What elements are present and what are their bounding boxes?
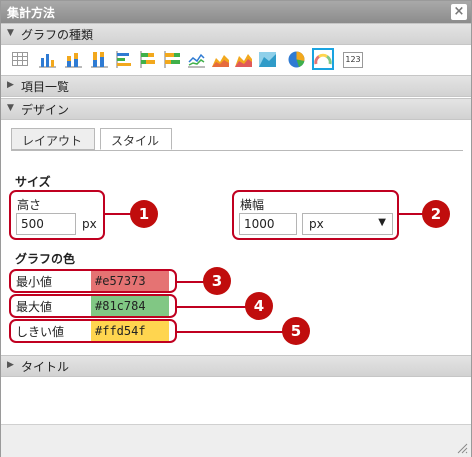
horizontal-bar-icon[interactable] — [115, 50, 134, 69]
bar-chart-icon[interactable] — [38, 50, 57, 69]
graph-color-heading: グラフの色 — [15, 252, 76, 266]
window-title: 集計方法 — [7, 6, 56, 20]
section-design[interactable]: ▼ デザイン — [1, 98, 471, 120]
callout-badge: 1 — [130, 200, 158, 228]
aggregation-panel: 集計方法 × ▼ グラフの種類 123 ▶ 項目一覧 ▼ デザイン レイアウト … — [0, 0, 472, 457]
table-icon[interactable] — [11, 50, 30, 69]
design-tabs: レイアウト スタイル — [11, 128, 463, 151]
expand-arrow-icon: ▼ — [7, 103, 14, 113]
section-label-items: 項目一覧 — [21, 80, 70, 94]
callout-leader — [176, 331, 283, 333]
min-color-field[interactable]: #e57373 — [91, 271, 169, 291]
callout-leader — [104, 213, 131, 215]
callout-badge: 3 — [203, 267, 231, 295]
section-graph-type[interactable]: ▼ グラフの種類 — [1, 23, 471, 45]
close-button[interactable]: × — [451, 4, 467, 20]
expand-arrow-icon: ▼ — [7, 28, 14, 38]
height-input[interactable]: 500 — [16, 213, 76, 235]
threshold-color-field[interactable]: #ffd54f — [91, 321, 169, 341]
area-chart-icon[interactable] — [211, 50, 230, 69]
percent-area-icon[interactable] — [258, 50, 277, 69]
stacked-bar-icon[interactable] — [64, 50, 83, 69]
collapsed-arrow-icon: ▶ — [7, 360, 14, 370]
tab-layout[interactable]: レイアウト — [11, 128, 95, 150]
chevron-down-icon: ▼ — [378, 217, 386, 228]
percent-horizontal-bar-icon[interactable] — [163, 50, 182, 69]
max-color-label: 最大値 — [16, 300, 53, 314]
chart-type-toolbar: 123 — [1, 45, 471, 75]
stacked-horizontal-bar-icon[interactable] — [139, 50, 158, 69]
percent-bar-icon[interactable] — [90, 50, 109, 69]
threshold-color-label: しきい値 — [16, 325, 65, 339]
section-title[interactable]: ▶ タイトル — [1, 355, 471, 377]
callout-badge: 5 — [282, 317, 310, 345]
section-items[interactable]: ▶ 項目一覧 — [1, 75, 471, 97]
width-label: 横幅 — [240, 198, 265, 212]
line-chart-icon[interactable] — [187, 50, 206, 69]
max-color-field[interactable]: #81c784 — [91, 296, 169, 316]
width-input[interactable]: 1000 — [239, 213, 297, 235]
number-icon[interactable]: 123 — [343, 52, 363, 68]
callout-leader — [176, 306, 246, 308]
section-label-design: デザイン — [21, 103, 70, 117]
min-color-label: 最小値 — [16, 275, 53, 289]
resize-grip-icon[interactable] — [456, 442, 468, 454]
height-unit: px — [82, 217, 97, 231]
callout-badge: 2 — [422, 200, 450, 228]
title-bar: 集計方法 × — [1, 1, 471, 23]
callout-leader — [176, 281, 204, 283]
stacked-area-icon[interactable] — [234, 50, 253, 69]
callout-leader — [398, 213, 423, 215]
callout-badge: 4 — [245, 292, 273, 320]
tab-style[interactable]: スタイル — [100, 128, 172, 150]
width-unit-select[interactable]: px ▼ — [302, 213, 393, 235]
section-label-graph-type: グラフの種類 — [21, 28, 94, 42]
width-unit-value: px — [309, 217, 324, 231]
gauge-chart-icon[interactable] — [312, 48, 334, 70]
section-label-title: タイトル — [21, 360, 70, 374]
size-heading: サイズ — [15, 175, 51, 189]
pie-chart-icon[interactable] — [287, 50, 306, 69]
height-label: 高さ — [17, 198, 42, 212]
footer-bar — [1, 424, 471, 457]
collapsed-arrow-icon: ▶ — [7, 80, 14, 90]
